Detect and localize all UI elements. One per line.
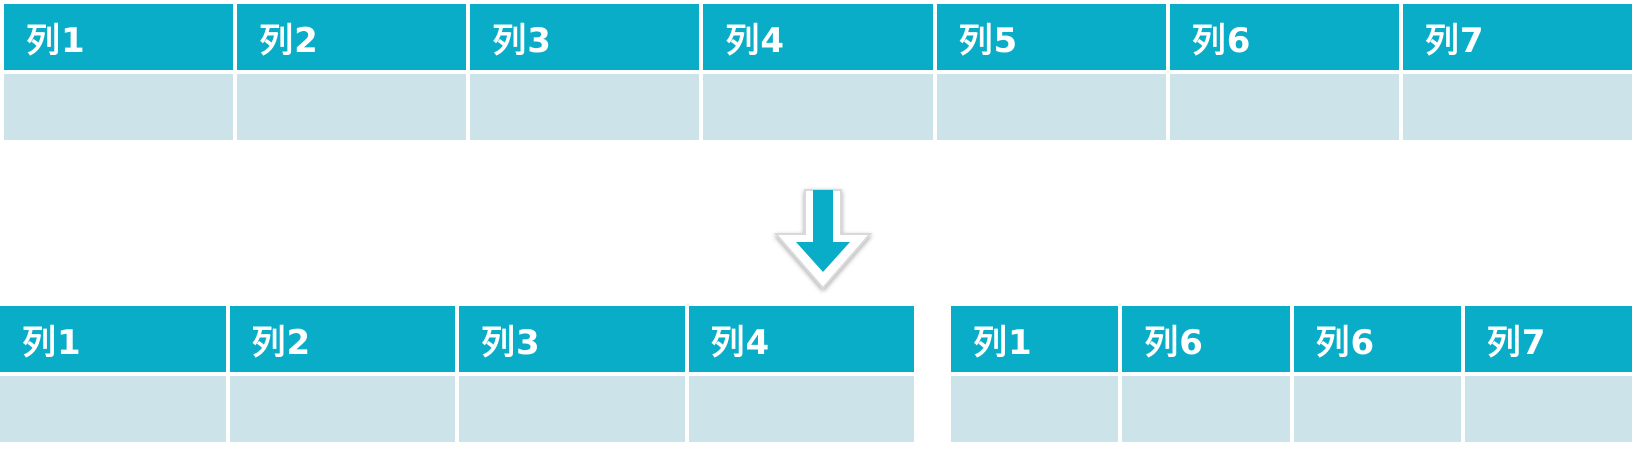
header-cell: 列2 xyxy=(237,4,467,70)
header-cell: 列6 xyxy=(1169,4,1399,70)
header-cell: 列1 xyxy=(4,4,234,70)
data-cell xyxy=(229,376,455,442)
data-cell xyxy=(237,74,467,140)
header-cell: 列3 xyxy=(470,4,700,70)
data-cell xyxy=(951,376,1119,442)
split-table-right: 列1 列6 列6 列7 xyxy=(951,306,1632,442)
data-cell xyxy=(1402,74,1632,140)
data-cell xyxy=(1122,376,1290,442)
data-cell xyxy=(936,74,1166,140)
header-cell: 列1 xyxy=(0,306,226,372)
data-cell xyxy=(470,74,700,140)
data-cell xyxy=(703,74,933,140)
data-cell xyxy=(1464,376,1632,442)
header-cell: 列5 xyxy=(936,4,1166,70)
header-cell: 列3 xyxy=(459,306,685,372)
header-cell: 列2 xyxy=(229,306,455,372)
data-cell xyxy=(688,376,914,442)
original-table: 列1 列2 列3 列4 列5 列6 列7 xyxy=(4,4,1632,140)
data-cell xyxy=(1293,376,1461,442)
header-cell: 列6 xyxy=(1293,306,1461,372)
data-cell xyxy=(0,376,226,442)
header-cell: 列4 xyxy=(688,306,914,372)
data-cell xyxy=(1169,74,1399,140)
header-cell: 列4 xyxy=(703,4,933,70)
data-cell xyxy=(459,376,685,442)
data-cell xyxy=(4,74,234,140)
header-cell: 列6 xyxy=(1122,306,1290,372)
header-cell: 列7 xyxy=(1402,4,1632,70)
header-cell: 列1 xyxy=(951,306,1119,372)
down-arrow-icon xyxy=(773,189,873,290)
split-table-left: 列1 列2 列3 列4 xyxy=(0,306,914,442)
header-cell: 列7 xyxy=(1464,306,1632,372)
